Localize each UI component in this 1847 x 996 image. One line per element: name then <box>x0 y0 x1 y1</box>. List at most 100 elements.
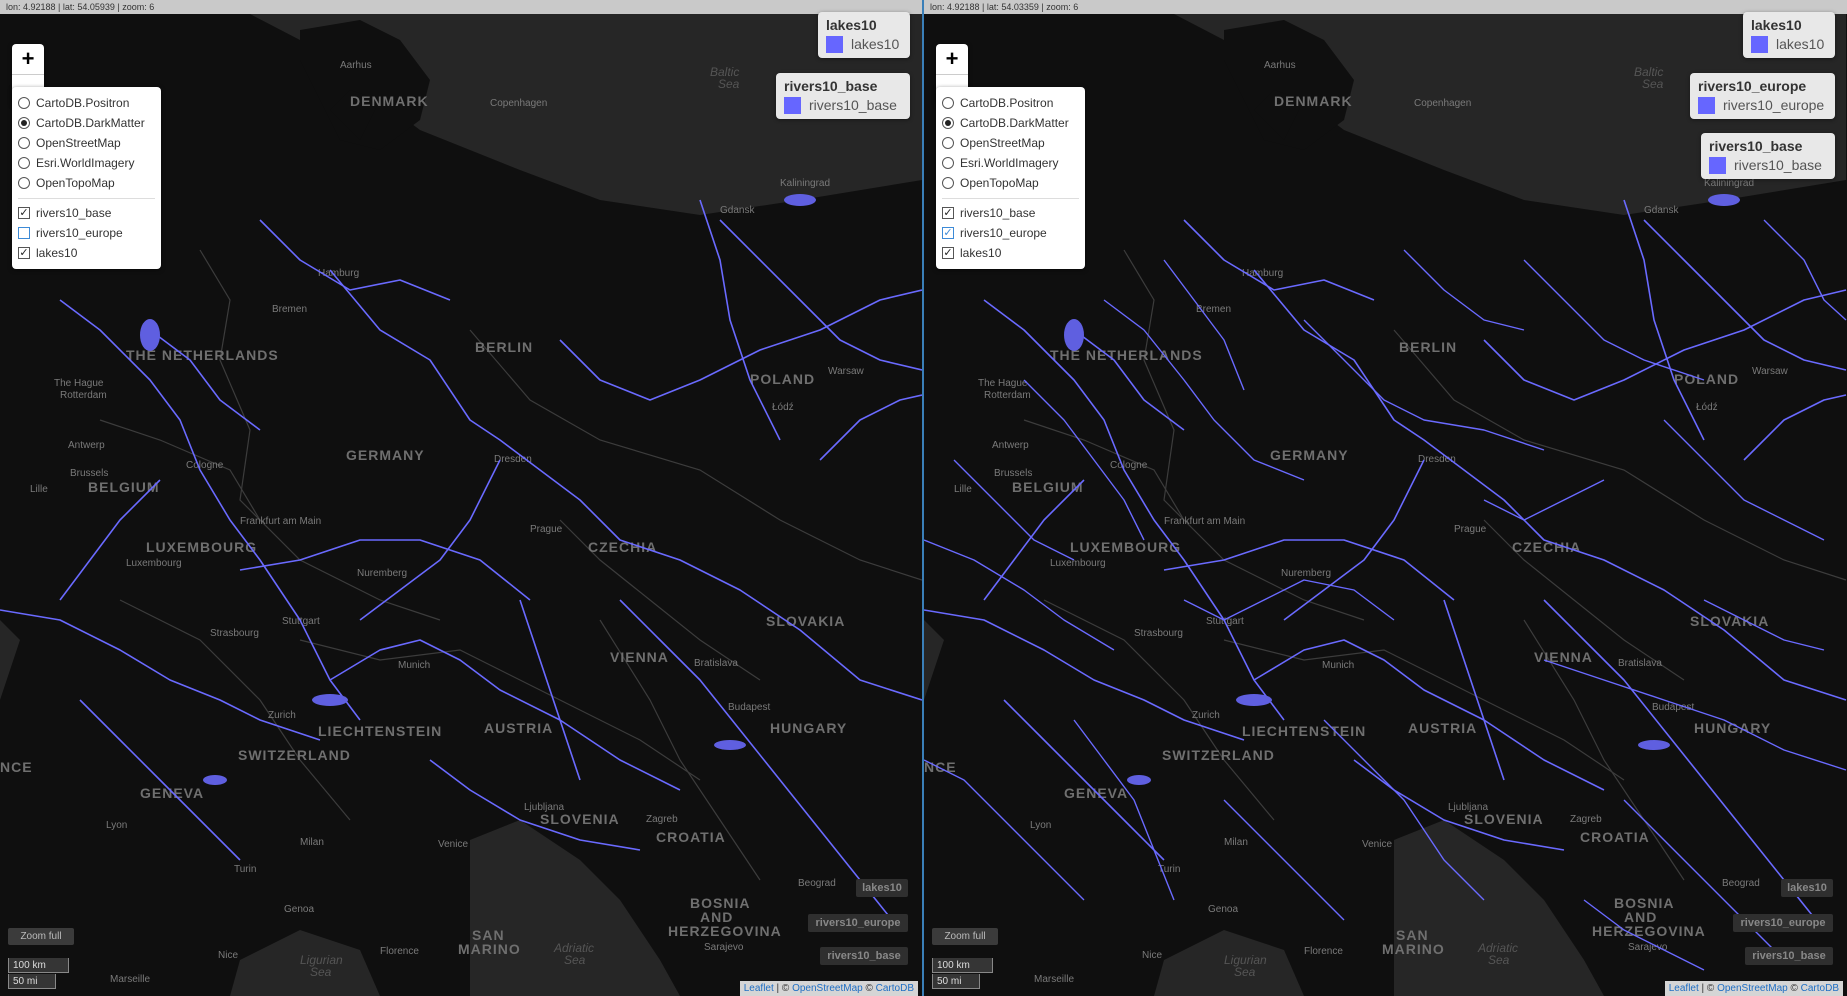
zoom-full-button[interactable]: Zoom full <box>932 928 998 945</box>
overlay-label: rivers10_europe <box>36 226 123 240</box>
checkbox[interactable]: ✓ <box>942 207 954 219</box>
basemap-option[interactable]: Esri.WorldImagery <box>942 153 1079 173</box>
radio-button[interactable] <box>942 117 954 129</box>
leaflet-link[interactable]: Leaflet <box>1669 983 1699 994</box>
layer-toggle-rivers10-europe[interactable]: rivers10_europe <box>808 914 908 932</box>
radio-button[interactable] <box>942 157 954 169</box>
osm-link[interactable]: OpenStreetMap <box>1717 983 1788 994</box>
layer-toggle-rivers10-europe[interactable]: rivers10_europe <box>1733 914 1833 932</box>
carto-link[interactable]: CartoDB <box>1801 983 1839 994</box>
attribution-separator: | © <box>1698 983 1718 994</box>
place-label-germany: GERMANY <box>346 447 425 463</box>
layer-toggle-rivers10-base[interactable]: rivers10_base <box>1745 947 1833 965</box>
overlay-option[interactable]: ✓ rivers10_base <box>942 203 1079 223</box>
overlay-option[interactable]: ✓ rivers10_europe <box>942 223 1079 243</box>
place-label-milan: Milan <box>1224 837 1248 848</box>
place-label-venice: Venice <box>1362 839 1392 850</box>
place-label-cologne: Cologne <box>186 460 224 471</box>
osm-link[interactable]: OpenStreetMap <box>792 983 863 994</box>
basemap-option[interactable]: OpenTopoMap <box>942 173 1079 193</box>
place-label-switzerland: SWITZERLAND <box>238 747 351 763</box>
place-label-munich: Munich <box>398 660 430 671</box>
place-label-lyon: Lyon <box>1030 820 1051 831</box>
radio-button[interactable] <box>18 177 30 189</box>
basemap-label: OpenStreetMap <box>36 136 121 150</box>
place-label-luxembourg_c: LUXEMBOURG <box>1070 539 1181 555</box>
place-label-beograd: Beograd <box>1722 878 1760 889</box>
overlay-option[interactable]: ✓ lakes10 <box>18 243 155 263</box>
checkbox[interactable]: ✓ <box>18 247 30 259</box>
map-pane-left[interactable]: DENMARK Copenhagen Aarhus Baltic Sea Kalining… <box>0 0 922 996</box>
place-label-frankfurt: Frankfurt am Main <box>1164 516 1245 527</box>
overlay-option[interactable]: rivers10_europe <box>18 223 155 243</box>
basemap-option[interactable]: Esri.WorldImagery <box>18 153 155 173</box>
overlay-option[interactable]: ✓ lakes10 <box>942 243 1079 263</box>
place-label-sarajevo: Sarajevo <box>1628 942 1668 953</box>
scale-bar-km: 100 km <box>932 958 993 973</box>
layer-toggle-lakes10[interactable]: lakes10 <box>1781 879 1833 897</box>
basemap-option[interactable]: OpenStreetMap <box>942 133 1079 153</box>
radio-button[interactable] <box>18 137 30 149</box>
overlay-label: rivers10_base <box>960 206 1036 220</box>
place-label-aarhus: Aarhus <box>340 60 372 71</box>
place-label-zagreb: Zagreb <box>1570 814 1602 825</box>
zoom-in-button[interactable]: + <box>12 44 44 74</box>
basemap-option[interactable]: OpenTopoMap <box>18 173 155 193</box>
basemap-option[interactable]: CartoDB.DarkMatter <box>18 113 155 133</box>
place-label-lyon: Lyon <box>106 820 127 831</box>
basemap-option[interactable]: OpenStreetMap <box>18 133 155 153</box>
legend-lakes10: lakes10 lakes10 <box>1743 12 1835 58</box>
place-label-baltic2: Sea <box>718 77 740 91</box>
legend-title: lakes10 <box>826 17 877 33</box>
radio-button[interactable] <box>942 177 954 189</box>
layer-toggle-lakes10[interactable]: lakes10 <box>856 879 908 897</box>
basemap-option[interactable]: CartoDB.Positron <box>18 93 155 113</box>
place-label-lille: Lille <box>30 484 48 495</box>
checkbox[interactable]: ✓ <box>18 207 30 219</box>
place-label-ligurian2: Sea <box>1234 965 1256 979</box>
radio-button[interactable] <box>942 137 954 149</box>
place-label-marseille: Marseille <box>1034 974 1074 985</box>
overlay-option[interactable]: ✓ rivers10_base <box>18 203 155 223</box>
legend-lakes10: lakes10 lakes10 <box>818 12 910 58</box>
place-label-turin: Turin <box>234 864 256 875</box>
place-label-sarajevo: Sarajevo <box>704 942 744 953</box>
place-label-belgium: BELGIUM <box>1012 479 1084 495</box>
basemap-option[interactable]: CartoDB.Positron <box>942 93 1079 113</box>
legend-item-label: lakes10 <box>1776 36 1825 52</box>
place-label-strasbourg: Strasbourg <box>210 628 259 639</box>
place-label-kaliningrad: Kaliningrad <box>780 178 830 189</box>
place-label-herzegovina: HERZEGOVINA <box>668 923 782 939</box>
place-label-antwerp: Antwerp <box>992 440 1029 451</box>
place-label-warsaw: Warsaw <box>828 366 865 377</box>
leaflet-link[interactable]: Leaflet <box>744 983 774 994</box>
lake-shape <box>1708 194 1740 206</box>
zoom-full-button[interactable]: Zoom full <box>8 928 74 945</box>
attribution-separator: © <box>1787 983 1801 994</box>
lake-shape <box>1638 740 1670 750</box>
place-label-gdansk: Gdansk <box>1644 205 1679 216</box>
place-label-vienna: VIENNA <box>610 649 669 665</box>
radio-button[interactable] <box>18 117 30 129</box>
map-pane-right[interactable]: DENMARK Copenhagen Aarhus Baltic Sea Kalining… <box>924 0 1847 996</box>
layer-toggle-rivers10-base[interactable]: rivers10_base <box>820 947 908 965</box>
zoom-in-button[interactable]: + <box>936 44 968 74</box>
place-label-nce: NCE <box>924 759 957 775</box>
place-label-hamburg: Hamburg <box>1242 268 1283 279</box>
basemap-label: Esri.WorldImagery <box>36 156 135 170</box>
radio-button[interactable] <box>942 97 954 109</box>
carto-link[interactable]: CartoDB <box>876 983 914 994</box>
checkbox[interactable] <box>18 227 30 239</box>
basemap-option[interactable]: CartoDB.DarkMatter <box>942 113 1079 133</box>
place-label-hungary: HUNGARY <box>1694 720 1771 736</box>
place-label-bratislava: Bratislava <box>1618 658 1662 669</box>
radio-button[interactable] <box>18 157 30 169</box>
lake-shape <box>203 775 227 785</box>
radio-button[interactable] <box>18 97 30 109</box>
checkbox[interactable]: ✓ <box>942 227 954 239</box>
place-label-luxembourg: Luxembourg <box>1050 558 1106 569</box>
legend-rivers10-base: rivers10_base rivers10_base <box>776 73 910 119</box>
place-label-prague: Prague <box>530 524 563 535</box>
place-label-copenhagen: Copenhagen <box>490 98 547 109</box>
checkbox[interactable]: ✓ <box>942 247 954 259</box>
